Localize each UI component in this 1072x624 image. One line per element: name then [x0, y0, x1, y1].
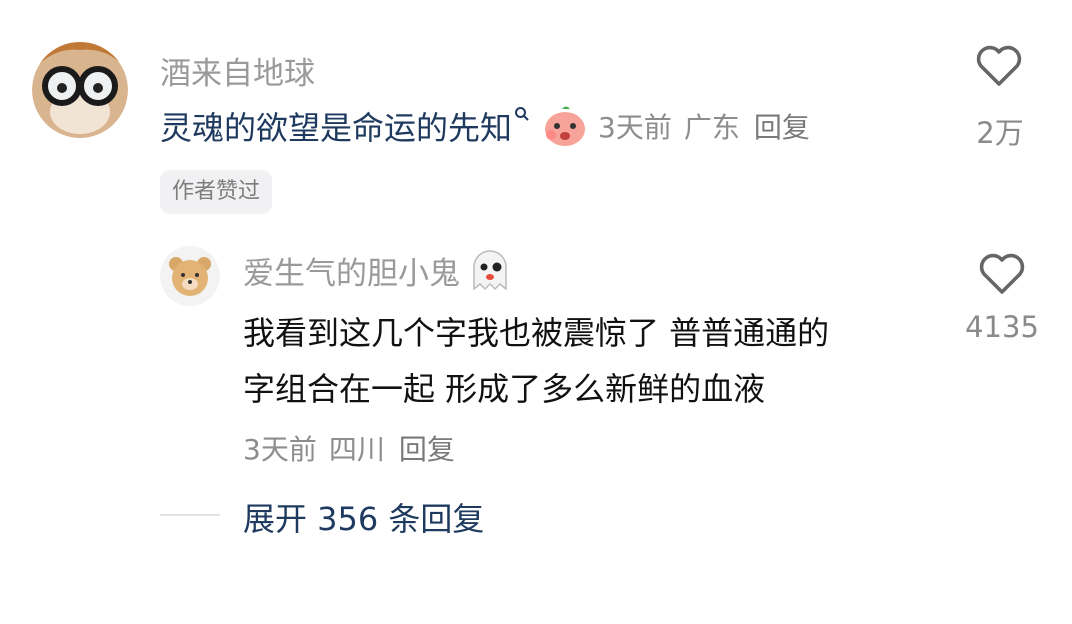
heart-icon	[976, 45, 1022, 86]
peach-emoji-icon	[542, 104, 588, 148]
comment-text[interactable]: 灵魂的欲望是命运的先知	[160, 103, 512, 149]
comment-location: 广东	[683, 111, 740, 144]
reply-username-row: 爱生气的胆小鬼	[243, 248, 512, 292]
comment-username[interactable]: 酒来自地球	[160, 48, 315, 93]
ghost-emoji-icon	[468, 249, 512, 291]
comment-timestamp: 3天前	[598, 111, 672, 144]
cat-avatar-icon	[32, 42, 128, 138]
reply-like-button[interactable]	[978, 252, 1026, 300]
reply-like-count: 4135	[965, 310, 1039, 344]
reply-username[interactable]: 爱生气的胆小鬼	[243, 248, 460, 293]
bear-avatar-icon	[160, 246, 220, 306]
comment-reply-button[interactable]: 回复	[754, 106, 810, 146]
comment-line: 灵魂的欲望是命运的先知 3天前 广东 回复	[160, 104, 810, 148]
reply-reply-button[interactable]: 回复	[399, 428, 455, 468]
reply-avatar[interactable]	[160, 246, 220, 306]
avatar[interactable]	[32, 42, 128, 138]
reply-text-line1[interactable]: 我看到这几个字我也被震惊了 普普通通的	[243, 308, 829, 354]
expand-replies-button[interactable]: 展开 356 条回复	[243, 494, 484, 540]
reply-location: 四川	[328, 433, 385, 466]
reply-timestamp: 3天前	[243, 433, 317, 466]
comment-like-button[interactable]	[975, 44, 1023, 92]
reply-meta: 3天前 四川 回复	[243, 428, 455, 468]
search-icon[interactable]	[514, 106, 530, 122]
heart-icon	[979, 253, 1025, 294]
comment-like-count: 2万	[976, 116, 1024, 150]
reply-text-line2[interactable]: 字组合在一起 形成了多么新鲜的血液	[243, 364, 765, 410]
author-liked-badge: 作者赞过	[160, 170, 273, 214]
expand-divider	[160, 514, 220, 516]
